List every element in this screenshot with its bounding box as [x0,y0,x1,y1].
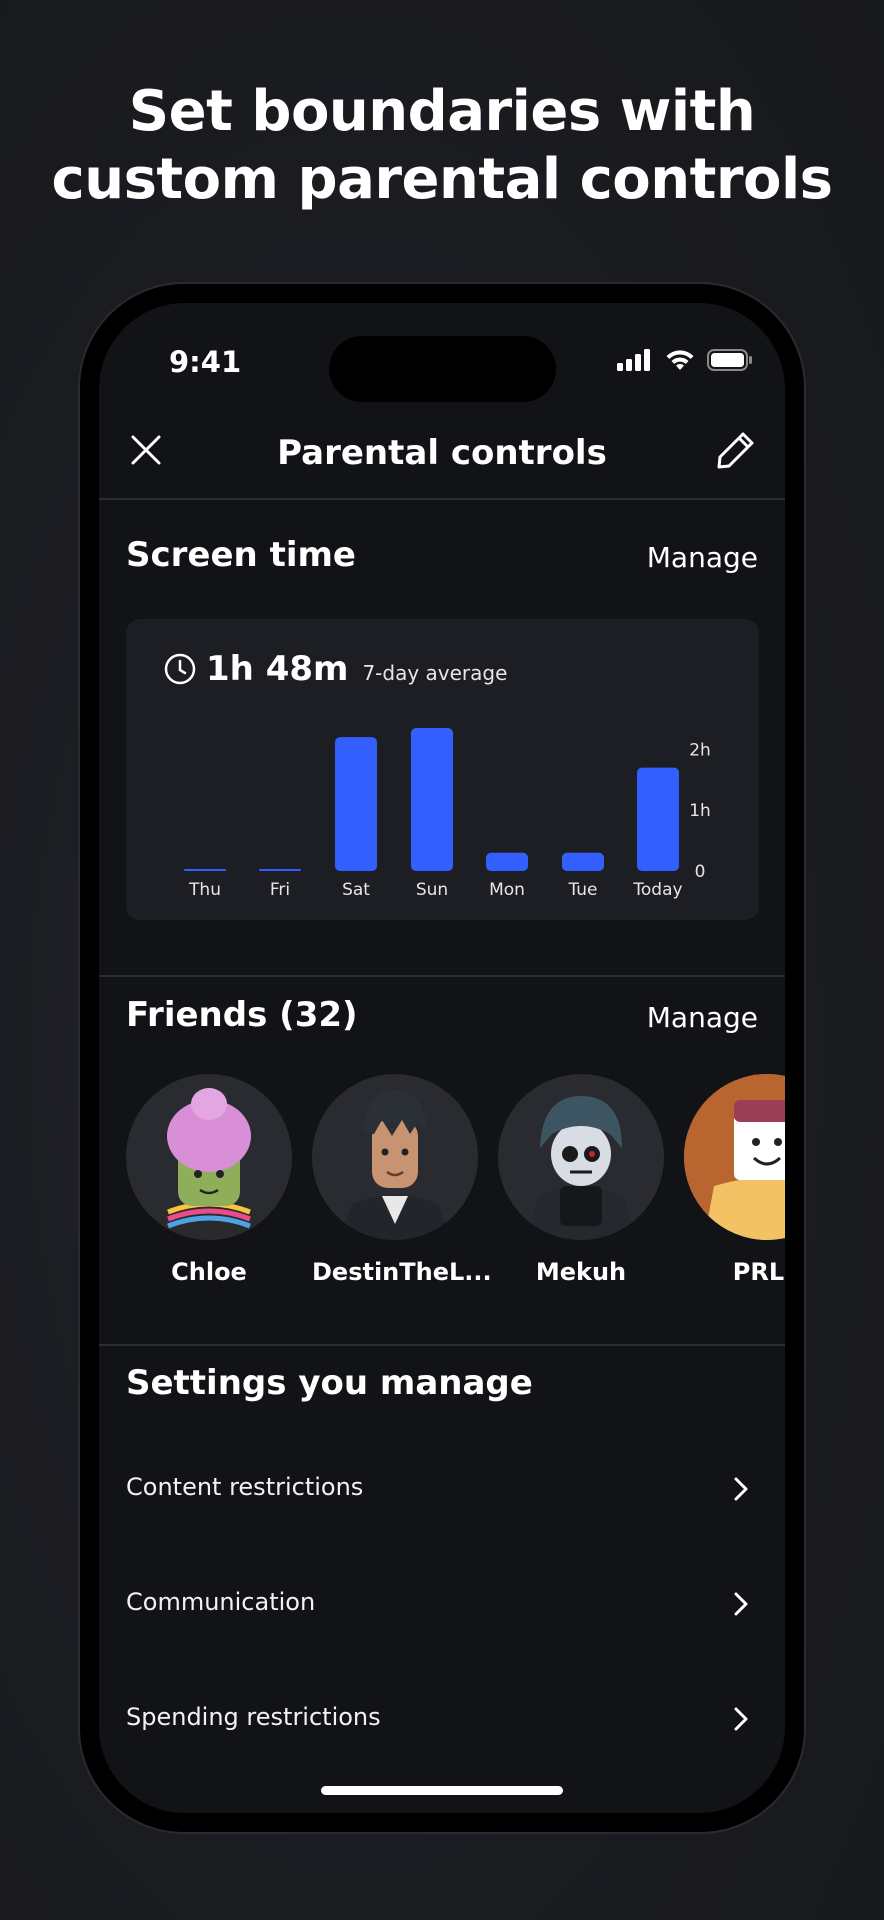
setting-label: Communication [126,1588,316,1616]
friend-item[interactable]: DestinTheL... [312,1074,492,1286]
setting-row-content-restrictions[interactable]: Content restrictions [126,1459,759,1519]
friend-name: Chloe [171,1258,247,1286]
chart-x-tick-label: Tue [567,880,597,900]
friends-carousel[interactable]: Chloe DestinTheL... Mekuh PRL [126,1074,785,1294]
nav-bar: Parental controls [99,403,785,500]
chart-bar [411,728,453,871]
friend-item[interactable]: Mekuh [498,1074,664,1286]
headline-line-2: custom parental controls [51,147,834,212]
signal-icon [617,349,650,371]
setting-label: Content restrictions [126,1473,364,1501]
screen-time-manage-link[interactable]: Manage [647,541,758,574]
chart-x-tick-label: Thu [188,880,221,900]
chart-y-tick-label: 0 [695,862,706,882]
avatar [312,1074,478,1240]
battery-icon [707,349,752,371]
status-icons [617,349,753,371]
chart-bar [335,737,377,871]
friend-name: PRLu [732,1258,785,1286]
chart-x-tick-label: Sun [416,880,448,900]
settings-title: Settings you manage [126,1363,533,1403]
home-indicator [321,1786,563,1795]
wifi-icon [666,350,694,370]
friend-name: Mekuh [535,1258,627,1286]
friend-name: DestinTheL... [312,1258,492,1286]
avatar [498,1074,664,1240]
screen-time-chart: Thu Fri Sat Sun Mon Tue Today 0 1h 2h [184,728,711,900]
chart-x-tick-label: Today [632,880,682,900]
friends-title: Friends (32) [126,995,358,1035]
phone-frame: 9:41 Parental controls Screen time Manag… [80,284,804,1832]
setting-row-spending-restrictions[interactable]: Spending restrictions [126,1689,759,1749]
setting-label: Spending restrictions [126,1703,381,1731]
pencil-icon[interactable] [715,429,757,471]
chart-x-tick-label: Fri [270,880,290,900]
section-divider [99,975,785,977]
dynamic-island [329,336,556,402]
friends-manage-link[interactable]: Manage [647,1001,758,1034]
chevron-right-icon [734,1707,748,1731]
chevron-right-icon [734,1592,748,1616]
chart-y-tick-label: 1h [689,801,711,821]
chart-x-tick-label: Sat [342,880,370,900]
chart-bar [637,767,679,871]
marketing-headline: Set boundaries with custom parental cont… [0,78,884,214]
section-divider [99,1344,785,1346]
chart-bar [562,852,604,871]
chart-bar [184,869,226,871]
avatar [126,1074,292,1240]
chart-y-tick-label: 2h [689,740,711,760]
friend-item[interactable]: Chloe [126,1074,292,1286]
phone-screen: 9:41 Parental controls Screen time Manag… [99,303,785,1813]
screen-time-title: Screen time [126,535,356,575]
status-time: 9:41 [169,345,242,379]
page-title: Parental controls [277,433,607,473]
screen-time-card[interactable]: 1h 48m 7-day average Thu Fri Sat Sun Mon Tue T… [126,619,759,920]
chart-x-tick-label: Mon [489,880,525,900]
headline-line-1: Set boundaries with [128,79,756,144]
friend-item[interactable]: PRLu [684,1074,785,1286]
chevron-right-icon [734,1477,748,1501]
avatar [684,1074,785,1240]
chart-bar [486,852,528,871]
chart-bar [259,869,301,871]
setting-row-communication[interactable]: Communication [126,1574,759,1634]
